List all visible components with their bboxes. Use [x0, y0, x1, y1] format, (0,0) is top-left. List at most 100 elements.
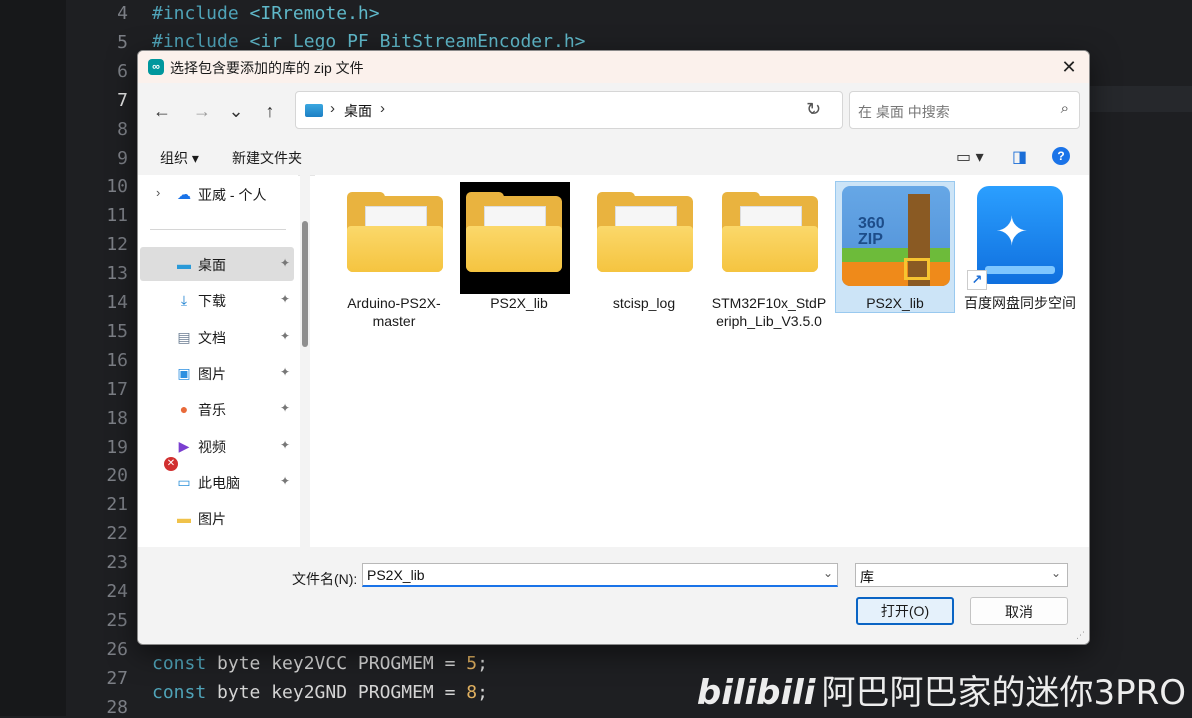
code-line-28: const byte key2GND PROGMEM = 8;: [152, 682, 488, 703]
line-number: 8: [117, 118, 128, 140]
sidebar-divider: [150, 229, 286, 230]
line-number: 28: [106, 696, 128, 718]
breadcrumb-desktop[interactable]: 桌面: [344, 101, 372, 121]
organize-button[interactable]: 组织 ▾: [160, 148, 199, 168]
sidebar-item-onedrive[interactable]: › ☁ 亚威 - 个人: [140, 177, 294, 211]
line-number: 19: [106, 436, 128, 458]
dialog-titlebar: ∞ 选择包含要添加的库的 zip 文件 ✕: [138, 51, 1089, 83]
left-strip: [0, 0, 66, 716]
pin-icon[interactable]: ✦: [280, 292, 290, 306]
pin-icon[interactable]: ✦: [280, 438, 290, 452]
file-label: STM32F10x_StdPeriph_Lib_V3.5.0: [711, 295, 827, 329]
filetype-dropdown-icon[interactable]: ⌄: [1051, 566, 1061, 580]
sidebar-item[interactable]: ▤ 文档 ✦: [140, 320, 294, 354]
line-number: 26: [106, 638, 128, 660]
filename-input[interactable]: PS2X_lib ⌄: [362, 563, 838, 587]
address-bar[interactable]: › 桌面 › ⌄: [295, 91, 843, 129]
sidebar-item[interactable]: ▣ 图片 ✦: [140, 356, 294, 390]
file-item[interactable]: PS2X_lib: [460, 182, 578, 312]
search-box[interactable]: 在 桌面 中搜索 ⌕: [849, 91, 1080, 129]
pin-icon[interactable]: ✦: [280, 401, 290, 415]
sidebar-item-label: 图片: [198, 511, 226, 528]
line-number: 27: [106, 667, 128, 689]
pin-icon[interactable]: ✦: [280, 365, 290, 379]
arduino-icon: ∞: [148, 59, 164, 75]
sidebar-item[interactable]: ● 音乐 ✦: [140, 392, 294, 426]
file-item[interactable]: STM32F10x_StdPeriph_Lib_V3.5.0: [710, 182, 828, 329]
file-item[interactable]: Arduino-PS2X-master: [335, 182, 453, 329]
file-item-selected[interactable]: 360 ZIP PS2X_lib: [835, 181, 955, 313]
help-icon[interactable]: ?: [1052, 147, 1070, 165]
sidebar-item[interactable]: ⤓ 下载 ✦: [140, 283, 294, 317]
bilibili-watermark: bilibili 阿巴阿巴家的迷你3PRO: [696, 673, 1186, 713]
line-number: 23: [106, 552, 128, 574]
new-folder-button[interactable]: 新建文件夹: [232, 148, 302, 168]
sidebar-item-label: 图片: [198, 365, 226, 382]
sidebar-item[interactable]: ▶ 视频 ✦: [140, 429, 294, 463]
filename-value[interactable]: PS2X_lib: [367, 567, 425, 583]
recent-locations-button[interactable]: ⌄: [222, 97, 250, 125]
sidebar-item-label: 音乐: [198, 402, 226, 419]
line-number: 22: [106, 523, 128, 545]
shortcut-arrow-icon: ↗: [967, 270, 987, 290]
folder-icon: [722, 192, 818, 272]
line-number: 10: [106, 176, 128, 198]
search-icon[interactable]: ⌕: [1061, 100, 1069, 117]
pin-icon[interactable]: ✦: [280, 256, 290, 270]
sidebar-item-icon: ▣: [177, 364, 191, 381]
sidebar-item[interactable]: ▬ 图片: [140, 501, 294, 535]
preview-pane-icon[interactable]: ◨: [1012, 147, 1027, 167]
forward-button[interactable]: →: [188, 97, 216, 125]
search-input[interactable]: 在 桌面 中搜索: [858, 102, 950, 122]
line-number: 5: [117, 31, 128, 53]
line-number: 9: [117, 147, 128, 169]
refresh-icon[interactable]: ↻: [806, 99, 821, 120]
navigation-bar: ← → ⌄ ↑ › 桌面 › ⌄ ↻ 在 桌面 中搜索 ⌕: [138, 83, 1089, 139]
code-line-27: const byte key2VCC PROGMEM = 5;: [152, 653, 488, 674]
sidebar-item-icon: ▬: [177, 256, 191, 272]
breadcrumb-chevron[interactable]: ›: [380, 100, 385, 117]
filetype-select[interactable]: 库 ⌄: [855, 563, 1068, 587]
file-label: PS2X_lib: [866, 295, 924, 311]
line-number: 12: [106, 234, 128, 256]
sidebar-item[interactable]: ▭ 此电脑 ✦: [140, 465, 294, 499]
back-button[interactable]: ←: [148, 97, 176, 125]
folder-icon: [466, 192, 562, 272]
scrollbar-thumb[interactable]: [302, 221, 308, 347]
view-options-icon[interactable]: ▭ ▾: [956, 147, 984, 167]
folder-icon: [347, 192, 443, 272]
file-item[interactable]: ✦ ↗ 百度网盘同步空间: [961, 182, 1079, 312]
line-number: 6: [117, 60, 128, 82]
filename-dropdown-icon[interactable]: ⌄: [823, 566, 833, 580]
line-number: 16: [106, 349, 128, 371]
pin-icon[interactable]: ✦: [280, 474, 290, 488]
close-button[interactable]: ✕: [1049, 51, 1089, 83]
file-label: stcisp_log: [612, 295, 676, 311]
sidebar-item-icon: ▭: [177, 473, 191, 490]
navigation-pane: › ☁ 亚威 - 个人 ▬ 桌面 ✦ ⤓ 下载 ✦ ▤ 文档 ✦ ▣ 图片 ✦ ● 音乐 ✦ ▶ 视频 ✦ ▭ 此电脑…: [138, 175, 298, 547]
sidebar-item-label: 下载: [198, 293, 226, 310]
sidebar-item-label: 文档: [198, 329, 226, 346]
sidebar-item-label: 视频: [198, 438, 226, 455]
code-line-4: #include <IRremote.h>: [152, 3, 380, 24]
pin-icon[interactable]: ✦: [280, 329, 290, 343]
baidu-netdisk-icon: ✦: [977, 186, 1063, 284]
sidebar-item-icon: ⤓: [180, 292, 188, 309]
open-button[interactable]: 打开(O): [856, 597, 954, 625]
dialog-footer: 文件名(N): PS2X_lib ⌄ 库 ⌄ 打开(O) 取消 ⋰: [138, 547, 1089, 644]
resize-grip-icon[interactable]: ⋰: [1076, 630, 1085, 641]
file-label: 百度网盘同步空间: [964, 295, 1076, 311]
file-label: PS2X_lib: [490, 295, 548, 311]
file-open-dialog: ∞ 选择包含要添加的库的 zip 文件 ✕ ← → ⌄ ↑ › 桌面 › ⌄ ↻…: [137, 50, 1090, 645]
up-button[interactable]: ↑: [256, 97, 284, 125]
line-number: 13: [106, 263, 128, 285]
sidebar-item[interactable]: ▬ 桌面 ✦: [140, 247, 294, 281]
sidebar-item-icon: ▬: [177, 510, 191, 527]
filetype-value: 库: [860, 569, 874, 585]
sidebar-item-icon: ●: [179, 401, 189, 418]
desktop-icon: [305, 104, 323, 117]
cancel-button[interactable]: 取消: [970, 597, 1068, 625]
expand-chevron-icon[interactable]: ›: [156, 185, 160, 200]
file-item[interactable]: stcisp_log: [585, 182, 703, 312]
sidebar-scrollbar[interactable]: [300, 175, 310, 547]
